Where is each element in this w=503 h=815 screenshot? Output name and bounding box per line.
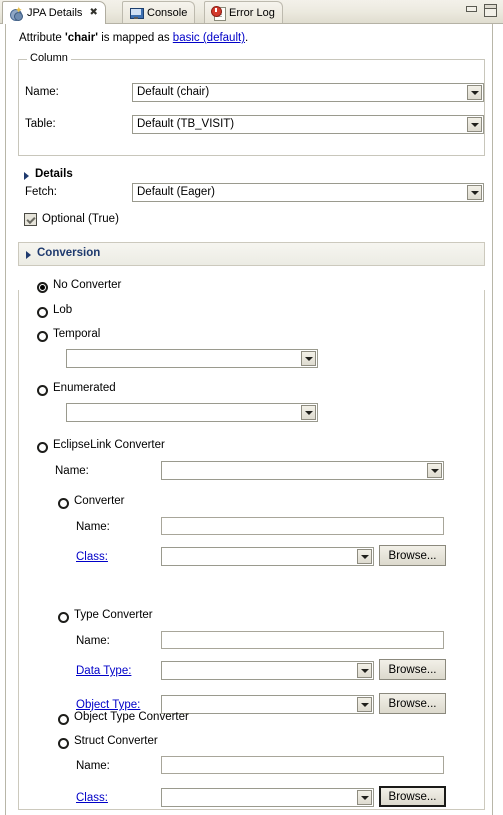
eclipselink-name-label: Name:	[55, 465, 89, 477]
struct-class-browse-button[interactable]: Browse...	[379, 786, 446, 807]
chevron-right-icon	[26, 251, 31, 259]
data-type-browse-button[interactable]: Browse...	[379, 659, 446, 680]
mapping-description: Attribute 'chair' is mapped as basic (de…	[19, 32, 248, 44]
struct-name-input[interactable]	[161, 756, 444, 774]
chevron-down-icon[interactable]	[467, 117, 482, 132]
temporal-combo[interactable]	[66, 349, 318, 368]
intro-prefix: Attribute	[19, 32, 66, 44]
chevron-down-icon[interactable]	[467, 185, 482, 200]
chevron-down-icon[interactable]	[467, 85, 482, 100]
converter-class-link[interactable]: Class:	[76, 551, 108, 563]
basic-default-link[interactable]: basic (default)	[173, 32, 245, 44]
eclipselink-name-combo[interactable]	[161, 461, 444, 480]
fetch-label: Fetch:	[25, 186, 57, 198]
column-table-label: Table:	[25, 118, 56, 130]
optional-checkbox[interactable]	[24, 213, 37, 226]
label-lob: Lob	[53, 304, 73, 316]
chevron-down-icon[interactable]	[357, 549, 372, 564]
jpa-details-icon: ✦	[9, 6, 23, 21]
label-type-converter: Type Converter	[74, 609, 153, 621]
object-type-browse-button[interactable]: Browse...	[379, 693, 446, 714]
radio-struct-converter[interactable]	[58, 738, 69, 749]
struct-class-link[interactable]: Class:	[76, 792, 108, 804]
tab-jpa-details-label: JPA Details	[27, 7, 83, 19]
object-type-link[interactable]: Object Type:	[76, 699, 140, 711]
column-name-label: Name:	[25, 86, 59, 98]
fetch-combo[interactable]: Default (Eager)	[132, 183, 484, 202]
console-icon	[129, 6, 144, 20]
minimize-icon[interactable]	[465, 4, 477, 15]
enumerated-combo[interactable]	[66, 403, 318, 422]
struct-class-combo[interactable]	[161, 788, 374, 807]
radio-type-converter[interactable]	[58, 612, 69, 623]
column-table-combo[interactable]: Default (TB_VISIT)	[132, 115, 484, 134]
chevron-down-icon[interactable]	[357, 697, 372, 712]
editor-tab-bar: ✦ JPA Details ✖ Console Error Log	[0, 0, 503, 24]
chevron-down-icon[interactable]	[357, 663, 372, 678]
column-name-combo[interactable]: Default (chair)	[132, 83, 484, 102]
error-log-icon	[211, 5, 226, 21]
intro-middle: is mapped as	[98, 32, 173, 44]
tab-error-log-label: Error Log	[229, 6, 275, 19]
column-table-value: Default (TB_VISIT)	[137, 118, 235, 130]
object-type-combo[interactable]	[161, 695, 374, 714]
chevron-down-icon[interactable]	[357, 790, 372, 805]
conversion-section-header[interactable]: Conversion	[18, 242, 485, 266]
label-no-converter: No Converter	[53, 279, 122, 291]
type-converter-name-label: Name:	[76, 635, 110, 647]
tab-error-log[interactable]: Error Log	[204, 1, 283, 23]
window-controls	[465, 4, 497, 17]
data-type-link[interactable]: Data Type:	[76, 665, 131, 677]
intro-attribute: 'chair'	[65, 32, 98, 44]
intro-suffix: .	[245, 32, 249, 44]
tab-jpa-details[interactable]: ✦ JPA Details ✖	[2, 1, 106, 24]
chevron-down-icon[interactable]	[301, 405, 316, 420]
column-group	[18, 59, 485, 156]
chevron-down-icon[interactable]	[427, 463, 442, 478]
label-converter: Converter	[74, 495, 125, 507]
label-object-type-converter: Object Type Converter	[74, 711, 189, 723]
vertical-scrollbar[interactable]	[493, 24, 503, 815]
jpa-details-content: Attribute 'chair' is mapped as basic (de…	[5, 24, 493, 815]
label-eclipselink-converter: EclipseLink Converter	[53, 439, 165, 451]
struct-name-label: Name:	[76, 760, 110, 772]
column-details-label: Details	[35, 168, 73, 180]
converter-class-combo[interactable]	[161, 547, 374, 566]
label-temporal: Temporal	[53, 328, 101, 340]
converter-name-label: Name:	[76, 521, 110, 533]
radio-lob[interactable]	[37, 307, 48, 318]
close-icon[interactable]: ✖	[89, 8, 97, 18]
column-name-value: Default (chair)	[137, 86, 210, 98]
data-type-combo[interactable]	[161, 661, 374, 680]
optional-label: Optional (True)	[42, 213, 119, 225]
radio-temporal[interactable]	[37, 331, 48, 342]
radio-no-converter[interactable]	[37, 282, 48, 293]
jpa-details-panel: Attribute 'chair' is mapped as basic (de…	[0, 24, 503, 815]
fetch-value: Default (Eager)	[137, 186, 215, 198]
radio-object-type-converter[interactable]	[58, 714, 69, 725]
radio-enumerated[interactable]	[37, 385, 48, 396]
radio-eclipselink-converter[interactable]	[37, 442, 48, 453]
tab-console-label: Console	[147, 6, 188, 19]
type-converter-name-input[interactable]	[161, 631, 444, 649]
conversion-section-title: Conversion	[37, 247, 101, 259]
converter-class-browse-button[interactable]: Browse...	[379, 545, 446, 566]
label-enumerated: Enumerated	[53, 382, 116, 394]
label-struct-converter: Struct Converter	[74, 735, 158, 747]
chevron-right-icon	[24, 172, 29, 180]
tab-console[interactable]: Console	[122, 1, 196, 23]
converter-name-input[interactable]	[161, 517, 444, 535]
column-group-title: Column	[27, 53, 71, 64]
chevron-down-icon[interactable]	[301, 351, 316, 366]
radio-converter[interactable]	[58, 498, 69, 509]
maximize-icon[interactable]	[484, 4, 497, 17]
